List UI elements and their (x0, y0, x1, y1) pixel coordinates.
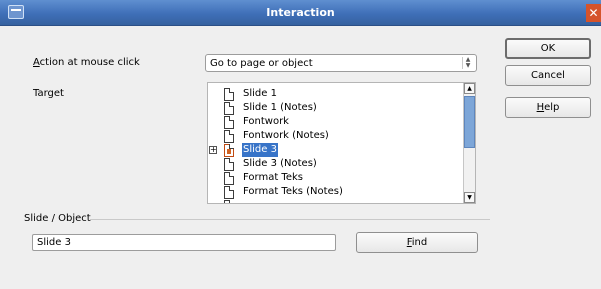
page-icon (224, 88, 234, 101)
tree-item-format-teks[interactable]: Format Teks (208, 171, 463, 185)
tree-item-label: Fontwork (Notes) (243, 130, 329, 141)
action-dropdown-value: Go to page or object (210, 58, 313, 69)
tree-item-fontwork[interactable]: Fontwork (208, 115, 463, 129)
help-text: elp (544, 102, 560, 113)
tree-item-label: Slide 1 (243, 88, 277, 99)
page-icon (224, 130, 234, 143)
tree-item-slide-1-notes[interactable]: Slide 1 (Notes) (208, 101, 463, 115)
title-bar: Interaction ✕ (0, 0, 601, 26)
page-icon (224, 200, 234, 203)
tree-item-format-teks-notes[interactable]: Format Teks (Notes) (208, 185, 463, 199)
tree-item-slide-1[interactable]: Slide 1 (208, 87, 463, 101)
page-icon (224, 172, 234, 185)
action-dropdown[interactable]: Go to page or object ▲ ▼ (205, 54, 477, 72)
slide-object-input[interactable]: Slide 3 (32, 234, 336, 251)
ok-button[interactable]: OK (505, 38, 591, 59)
dropdown-spin-icon[interactable]: ▲ ▼ (462, 57, 473, 69)
target-tree[interactable]: Slide 1 Slide 1 (Notes) Fontwork Fontwor… (207, 82, 476, 204)
scroll-down-arrow-icon[interactable]: ▼ (464, 192, 475, 203)
scrollbar-thumb[interactable] (464, 96, 475, 148)
help-button[interactable]: Help (505, 97, 591, 118)
tree-item-slide-3-notes[interactable]: Slide 3 (Notes) (208, 157, 463, 171)
page-icon (224, 116, 234, 129)
dialog-title: Interaction (266, 6, 335, 19)
expand-plus-icon[interactable]: + (209, 146, 217, 154)
help-accel: H (536, 102, 545, 113)
find-text: ind (411, 237, 428, 248)
tree-item-label: Slide 3 (Notes) (243, 158, 317, 169)
target-label: Target (33, 88, 64, 99)
close-button[interactable]: ✕ (586, 4, 601, 22)
tree-item-label: Slide 1 (Notes) (243, 102, 317, 113)
tree-item-slide-3[interactable]: + Slide 3 (208, 143, 463, 157)
tree-item-label: Slide 3 (242, 143, 278, 157)
tree-item-label: Format Teks (Notes) (243, 186, 343, 197)
group-separator (90, 219, 490, 220)
slide-object-group-label: Slide / Object (24, 213, 91, 224)
tree-item-label: Format Teks (243, 172, 303, 183)
cancel-button[interactable]: Cancel (505, 65, 591, 86)
page-with-objects-icon (224, 144, 234, 157)
tree-item-label: Fontwork (243, 116, 289, 127)
page-icon (224, 186, 234, 199)
action-label-accel: A (33, 57, 40, 68)
page-icon (224, 102, 234, 115)
tree-item-fontwork-notes[interactable]: Fontwork (Notes) (208, 129, 463, 143)
page-icon (224, 158, 234, 171)
find-button[interactable]: Find (356, 232, 478, 253)
action-label-text: ction at mouse click (39, 57, 140, 68)
tree-item-partial[interactable] (208, 199, 463, 203)
action-label: Action at mouse click (33, 57, 140, 68)
tree-scrollbar[interactable]: ▲ ▼ (463, 83, 475, 203)
scroll-up-arrow-icon[interactable]: ▲ (464, 83, 475, 94)
